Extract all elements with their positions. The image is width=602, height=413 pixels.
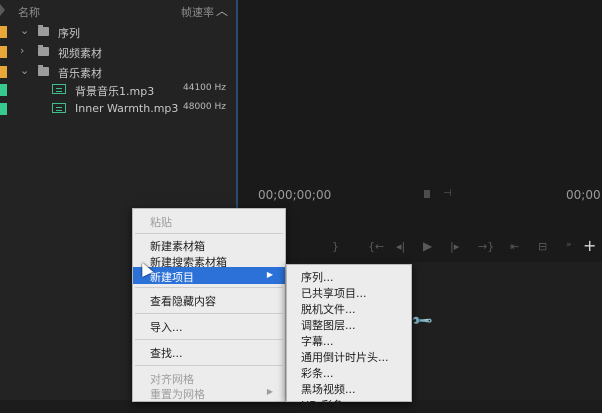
bin-label: 视频素材	[58, 47, 102, 60]
clip-label: Inner Warmth.mp3	[75, 102, 179, 115]
bin-label: 音乐素材	[58, 67, 102, 80]
insert-icon[interactable]: ⇤	[510, 240, 519, 253]
timecode-right[interactable]: 00;00	[566, 188, 601, 202]
folder-icon	[38, 45, 49, 56]
menu-item-find[interactable]: 查找...	[133, 343, 285, 361]
label-color-swatch	[0, 66, 7, 78]
menu-item-view-hidden[interactable]: 查看隐藏内容	[133, 291, 285, 309]
clip-frame-rate: 44100 Hz	[183, 83, 226, 93]
submenu-item-shared-project[interactable]: 已共享项目...	[287, 283, 411, 300]
go-to-out-icon[interactable]: →}	[478, 240, 494, 253]
menu-item-label: 粘贴	[150, 216, 172, 229]
step-forward-icon[interactable]: |▸	[450, 240, 459, 253]
submenu-arrow-icon: ▶	[266, 270, 273, 279]
step-back-icon[interactable]: ◂|	[396, 240, 405, 253]
clip-row[interactable]: Inner Warmth.mp3 48000 Hz	[0, 99, 236, 119]
menu-item-new-item[interactable]: 新建项目 ▶	[133, 267, 285, 284]
menu-separator	[135, 233, 283, 234]
chevron-down-icon[interactable]: ⌄	[20, 24, 29, 37]
submenu-item-captions[interactable]: 字幕...	[287, 331, 411, 348]
sort-caret-icon[interactable]: ︿	[216, 2, 228, 19]
submenu-item-adjustment-layer[interactable]: 调整图层...	[287, 315, 411, 332]
menu-item-label: 导入...	[150, 321, 183, 334]
folder-icon	[38, 25, 49, 36]
header-triangle-icon	[0, 4, 5, 16]
clip-row[interactable]: 背景音乐1.mp3 44100 Hz	[0, 80, 236, 100]
menu-item-label: 新建项目	[150, 271, 194, 284]
folder-icon	[38, 65, 49, 76]
menu-separator	[135, 287, 283, 288]
submenu-arrow-icon: ▶	[266, 387, 273, 396]
new-item-submenu: 序列... 已共享项目... 脱机文件... 调整图层... 字幕... 通用倒…	[286, 264, 412, 412]
audio-clip-icon	[52, 84, 66, 94]
overwrite-icon[interactable]: ⊟	[538, 240, 547, 253]
submenu-item-countdown-leader[interactable]: 通用倒计时片头...	[287, 347, 411, 364]
menu-item-new-bin[interactable]: 新建素材箱	[133, 236, 285, 253]
more-controls-icon[interactable]: »	[566, 240, 572, 250]
bin-row-video[interactable]: › 视频素材	[0, 42, 236, 62]
menu-separator	[135, 339, 283, 340]
audio-clip-icon	[52, 103, 66, 113]
submenu-item-offline-file[interactable]: 脱机文件...	[287, 299, 411, 316]
column-header-name[interactable]: 名称	[18, 4, 40, 20]
add-button-icon[interactable]: +	[583, 236, 596, 255]
label-color-swatch	[0, 46, 7, 58]
clip-label: 背景音乐1.mp3	[75, 85, 155, 98]
menu-separator	[135, 365, 283, 366]
label-color-swatch	[0, 84, 7, 96]
menu-item-reset-to-grid[interactable]: 重置为网格 ▶	[133, 384, 285, 401]
mark-in-icon[interactable]: }	[332, 240, 339, 253]
submenu-item-hd-bars[interactable]: HD 彩条...	[287, 395, 411, 412]
bin-row-sequences[interactable]: ⌄ 序列	[0, 22, 236, 42]
submenu-item-black-video[interactable]: 黑场视频...	[287, 379, 411, 396]
menu-item-align-to-grid[interactable]: 对齐网格	[133, 369, 285, 386]
submenu-item-sequence[interactable]: 序列...	[287, 267, 411, 284]
submenu-item-bars-and-tone[interactable]: 彩条...	[287, 363, 411, 380]
column-header-frame-rate[interactable]: 帧速率	[181, 4, 214, 20]
clip-frame-rate: 48000 Hz	[183, 102, 226, 112]
menu-separator	[135, 313, 283, 314]
bin-label: 序列	[58, 27, 80, 40]
label-color-swatch	[0, 26, 7, 38]
context-menu: 粘贴 新建素材箱 新建搜索素材箱 新建项目 ▶ 查看隐藏内容 导入... 查找..…	[132, 208, 286, 402]
go-to-in-icon[interactable]: {←	[368, 240, 384, 253]
bin-row-music[interactable]: ⌄ 音乐素材	[0, 62, 236, 82]
chevron-down-icon[interactable]: ⌄	[20, 64, 29, 77]
menu-item-label: 查看隐藏内容	[150, 295, 216, 308]
project-list-header: 名称 帧速率 ︿	[0, 0, 236, 22]
lift-icon[interactable]: ⊣	[443, 188, 452, 199]
chevron-right-icon[interactable]: ›	[20, 44, 24, 57]
label-color-swatch	[0, 103, 7, 115]
play-icon[interactable]: ▶	[423, 239, 432, 253]
menu-item-label: 查找...	[150, 347, 183, 360]
program-monitor	[238, 0, 602, 262]
timecode-left[interactable]: 00;00;00;00	[258, 188, 331, 202]
mark-icon[interactable]	[424, 190, 430, 198]
menu-item-import[interactable]: 导入...	[133, 317, 285, 335]
menu-item-label: HD 彩条...	[301, 399, 354, 412]
menu-item-paste[interactable]: 粘贴	[133, 212, 285, 230]
